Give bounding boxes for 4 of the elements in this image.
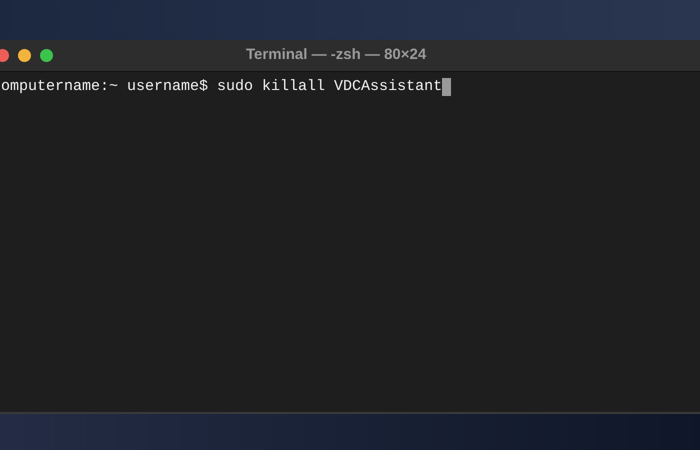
command-line: omputername:~ username$ sudo killall VDCAssistant <box>1 76 442 97</box>
window-title: Terminal — -zsh — 80×24 <box>246 45 426 66</box>
minimize-icon[interactable] <box>18 49 31 62</box>
zoom-icon[interactable] <box>40 49 53 62</box>
